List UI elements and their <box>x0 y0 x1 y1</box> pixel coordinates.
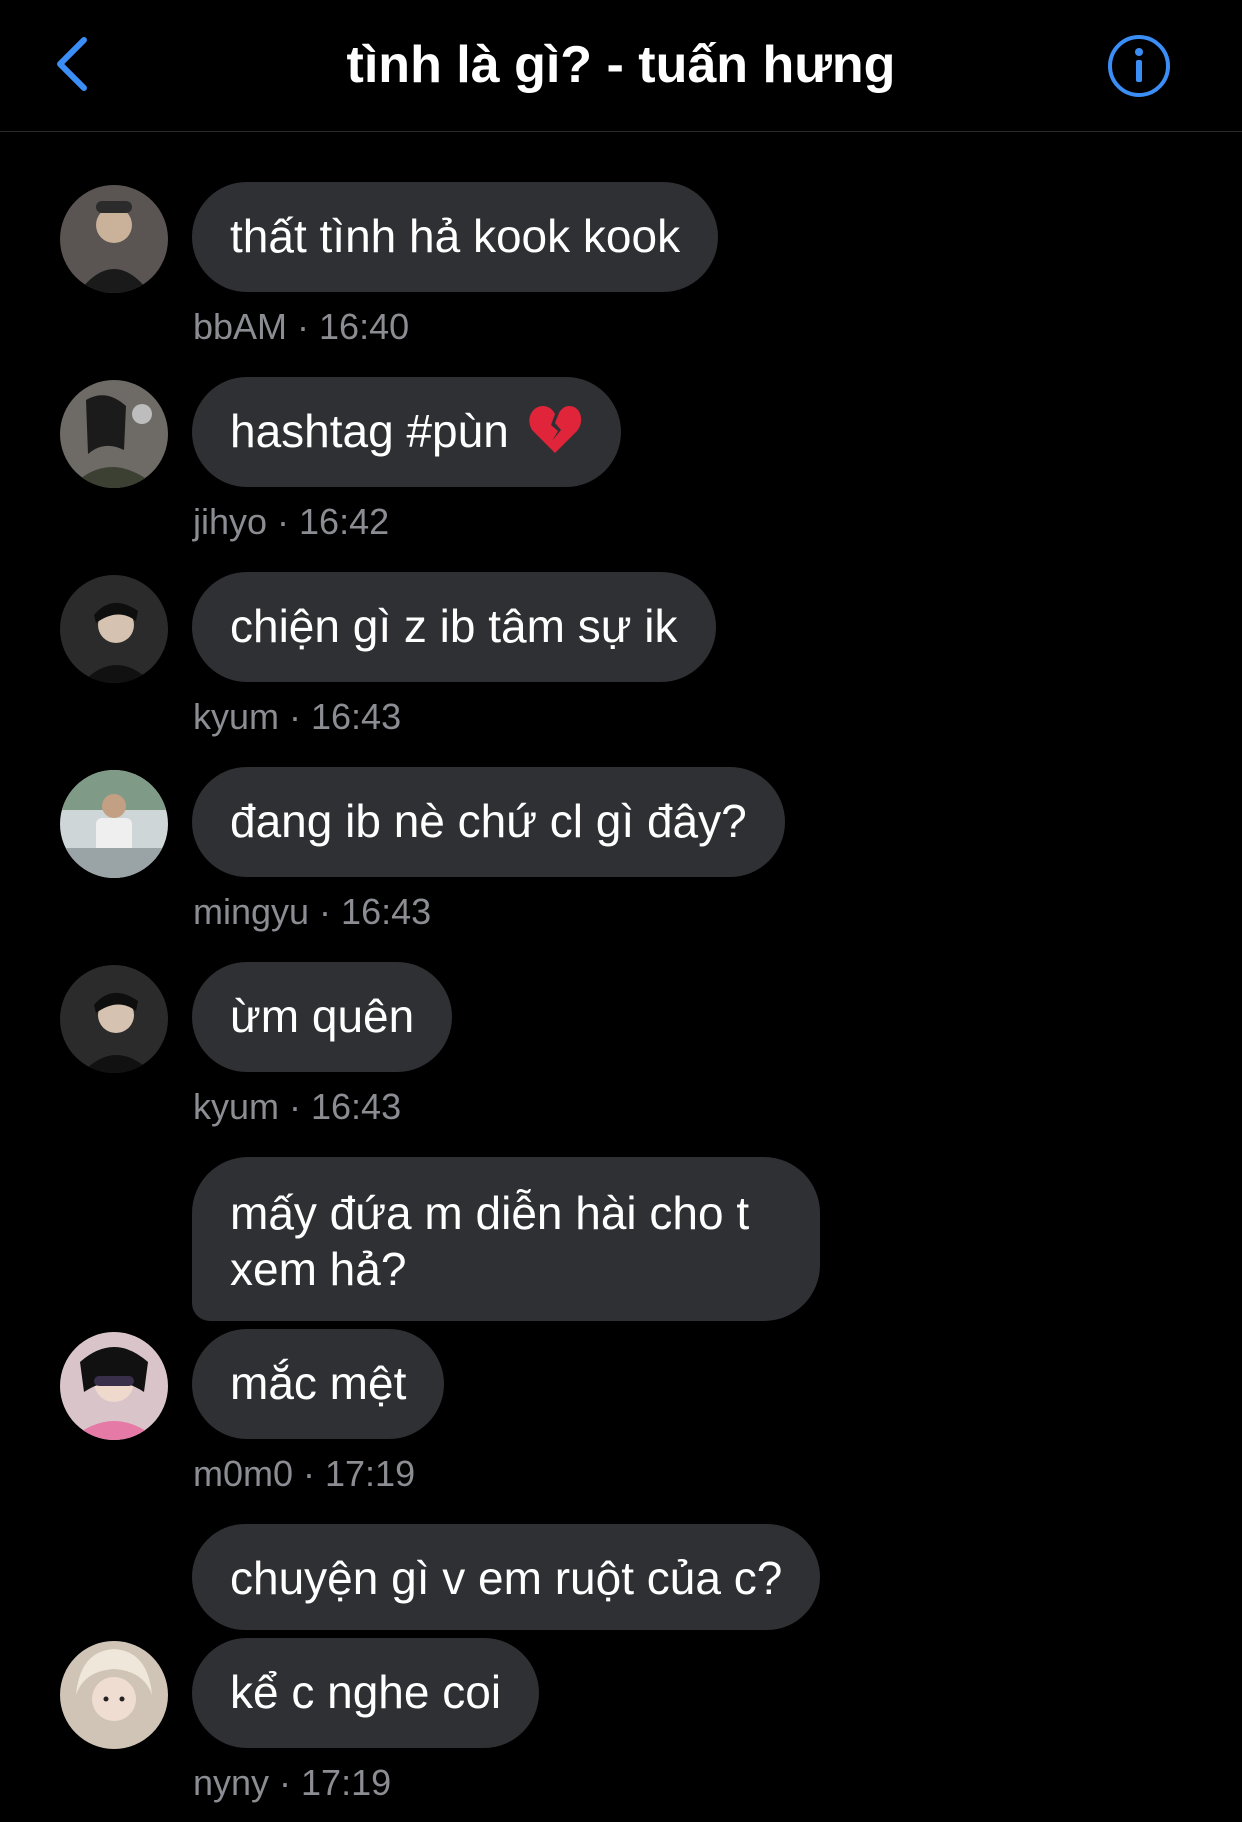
message-bubble[interactable]: chiện gì z ib tâm sự ik <box>192 572 716 682</box>
message-meta: kyum · 16:43 <box>193 696 402 737</box>
message-bubble[interactable]: hashtag #pùn <box>192 377 621 487</box>
avatar[interactable] <box>60 1332 168 1440</box>
chat-title: tình là gì? - tuấn hưng <box>346 36 896 94</box>
avatar[interactable] <box>60 575 168 683</box>
message-text: hashtag #pùn <box>230 405 509 457</box>
message-bubble[interactable]: thất tình hả kook kook <box>192 182 719 292</box>
info-icon[interactable] <box>1106 33 1172 99</box>
chat-header: tình là gì? - tuấn hưng <box>0 0 1242 132</box>
avatar[interactable] <box>60 380 168 488</box>
message-meta: nyny · 17:19 <box>193 1762 392 1803</box>
message-bubble[interactable]: ừm quên <box>192 962 453 1072</box>
message-bubble[interactable]: kể c nghe coi <box>192 1638 540 1748</box>
avatar[interactable] <box>60 185 168 293</box>
message-meta: jihyo · 16:42 <box>193 501 390 542</box>
broken-heart-icon <box>527 403 583 455</box>
avatar[interactable] <box>60 770 168 878</box>
message-bubble[interactable]: mắc mệt <box>192 1329 445 1439</box>
message-bubble[interactable]: chuyện gì v em ruột của c? <box>192 1524 821 1630</box>
message-meta: mingyu · 16:43 <box>193 891 432 932</box>
message-meta: m0m0 · 17:19 <box>193 1453 416 1494</box>
avatar[interactable] <box>60 965 168 1073</box>
message-bubble[interactable]: đang ib nè chứ cl gì đây? <box>192 767 785 877</box>
avatar[interactable] <box>60 1641 168 1749</box>
message-bubble[interactable]: mấy đứa m diễn hài cho t xem hả? <box>192 1157 820 1321</box>
message-meta: kyum · 16:43 <box>193 1086 402 1127</box>
message-meta: bbAM · 16:40 <box>193 306 410 347</box>
